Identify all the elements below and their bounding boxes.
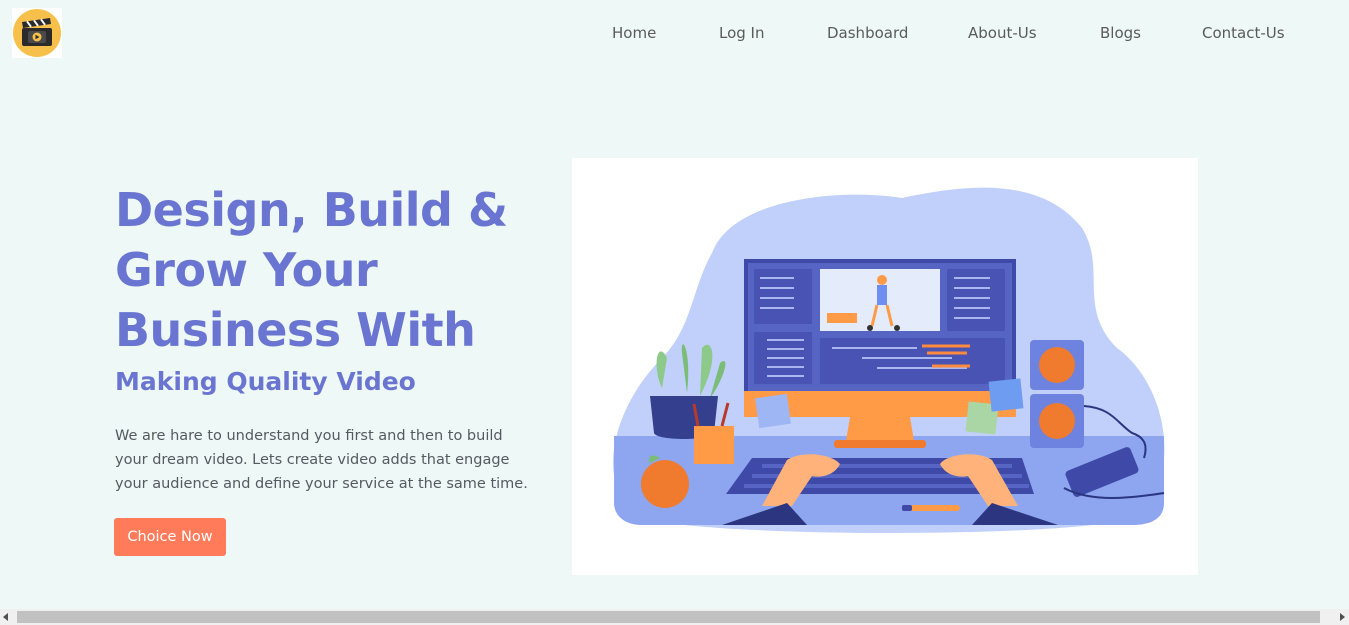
video-editing-desk-illustration: [613, 187, 1165, 533]
choice-now-button[interactable]: Choice Now: [114, 518, 226, 556]
nav-home[interactable]: Home: [612, 24, 656, 42]
hero-title: Design, Build & Grow Your Business With: [115, 183, 508, 357]
scroll-left-arrow-icon[interactable]: [3, 613, 8, 621]
nav-login[interactable]: Log In: [719, 24, 765, 42]
nav-contact-us[interactable]: Contact-Us: [1202, 24, 1285, 42]
horizontal-scrollbar[interactable]: [0, 609, 1349, 625]
nav-blogs[interactable]: Blogs: [1100, 24, 1141, 42]
scrollbar-thumb[interactable]: [17, 611, 1320, 623]
hero-subtitle: Making Quality Video: [115, 367, 416, 396]
scroll-right-arrow-icon[interactable]: [1340, 613, 1345, 621]
main-nav: Home Log In Dashboard About-Us Blogs Con…: [0, 24, 1349, 44]
nav-about-us[interactable]: About-Us: [968, 24, 1037, 42]
hero-description: We are hare to understand you first and …: [115, 428, 528, 492]
nav-dashboard[interactable]: Dashboard: [827, 24, 908, 42]
hero-illustration: [572, 158, 1198, 575]
